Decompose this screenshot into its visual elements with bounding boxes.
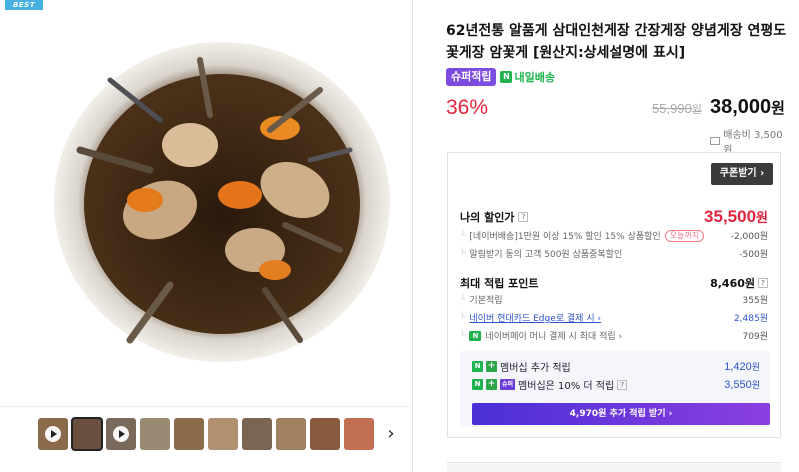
naver-n-icon: N — [472, 379, 483, 390]
sale-price: 38,000원 — [710, 96, 785, 118]
delivery-label: 내일배송 — [514, 71, 555, 84]
naver-n-icon: N — [472, 361, 483, 372]
chevron-right-icon[interactable]: › — [384, 424, 398, 444]
play-icon — [113, 426, 129, 442]
points-label: 최대 적립 포인트 — [460, 277, 539, 290]
thumbnail-image-3[interactable] — [174, 418, 204, 450]
today-only-tag: 오늘까지 — [664, 229, 705, 242]
thumbnail-image-1[interactable] — [71, 417, 103, 451]
bottom-bar — [447, 462, 781, 472]
npay-icon: N — [469, 330, 482, 341]
plus-icon: + — [486, 379, 497, 390]
next-day-delivery-badge: N 내일배송 — [500, 69, 555, 85]
thumbnail-divider — [0, 406, 412, 407]
membership-row-2: N + 슈퍼 멤버십은 10% 더 적립? 3,550원 — [472, 377, 760, 392]
super-point-badge: 슈퍼적립 — [446, 68, 497, 86]
best-badge: BEST — [5, 0, 43, 10]
play-icon — [45, 426, 61, 442]
naver-n-icon: N — [500, 71, 513, 83]
super-tag: 슈퍼 — [500, 379, 516, 390]
thumbnail-video-2[interactable] — [106, 418, 136, 450]
points-row: 최대 적립 포인트 8,460원? — [460, 275, 768, 291]
help-icon[interactable]: ? — [518, 212, 529, 222]
discount-row-2: └ 알림받기 동의 고객 500원 상품중복할인 -500원 — [460, 248, 768, 261]
truck-icon — [710, 137, 721, 145]
hyundai-card-link[interactable]: 네이버 현대카드 Edge로 결제 시 › — [469, 311, 601, 324]
thumbnail-image-2[interactable] — [140, 418, 170, 450]
product-badges: 슈퍼적립 N 내일배송 — [446, 68, 555, 86]
my-price-value: 35,500원 — [704, 207, 768, 226]
thumbnail-image-4[interactable] — [208, 418, 238, 450]
thumbnail-strip — [38, 417, 374, 451]
discount-row-1: └ [네이버배송]1만원 이상 15% 할인 15% 상품할인 오늘까지 -2,00… — [460, 229, 768, 242]
npay-link[interactable]: 네이버페이 머니 결제 시 최대 적립 › — [485, 329, 622, 342]
thumbnail-video-1[interactable] — [38, 418, 68, 450]
column-divider — [412, 0, 413, 472]
product-photo[interactable] — [40, 20, 390, 390]
my-price-label: 나의 할인가 — [460, 211, 515, 224]
benefit-box: 쿠폰받기 › 나의 할인가? 35,500원 └ [네이버배송]1만원 이상 15… — [447, 152, 781, 438]
discount-rate: 36% — [446, 96, 489, 119]
original-price: 55,990원 — [652, 101, 702, 116]
product-image-area: BEST — [0, 0, 412, 406]
thumbnail-image-6[interactable] — [276, 418, 306, 450]
thumbnail-image-7[interactable] — [310, 418, 340, 450]
help-icon[interactable]: ? — [617, 379, 628, 390]
points-value: 8,460원? — [710, 275, 768, 291]
my-price-row: 나의 할인가? 35,500원 — [460, 207, 768, 227]
get-coupon-button[interactable]: 쿠폰받기 › — [711, 163, 773, 185]
membership-row-1: N + 멤버십 추가 적립 1,420원 — [472, 359, 760, 374]
extra-points-button[interactable]: 4,970원 추가 적립 받기 › — [472, 403, 770, 425]
points-card-row: └ 네이버 현대카드 Edge로 결제 시 › 2,485원 — [460, 311, 768, 325]
product-title: 62년전통 알품게 삼대인천게장 간장게장 양념게장 연평도 꽃게장 암꽃게 [… — [446, 23, 787, 61]
help-icon[interactable]: ? — [758, 278, 768, 288]
points-npay-row: └ N 네이버페이 머니 결제 시 최대 적립 › 709원 — [460, 329, 768, 342]
membership-panel: N + 멤버십 추가 적립 1,420원 N + 슈퍼 멤버십은 10% 더 적립? 3,… — [460, 351, 770, 427]
plus-icon: + — [486, 361, 497, 372]
points-basic-row: └ 기본적립 355원 — [460, 294, 768, 307]
thumbnail-image-5[interactable] — [242, 418, 272, 450]
thumbnail-image-8[interactable] — [344, 418, 374, 450]
